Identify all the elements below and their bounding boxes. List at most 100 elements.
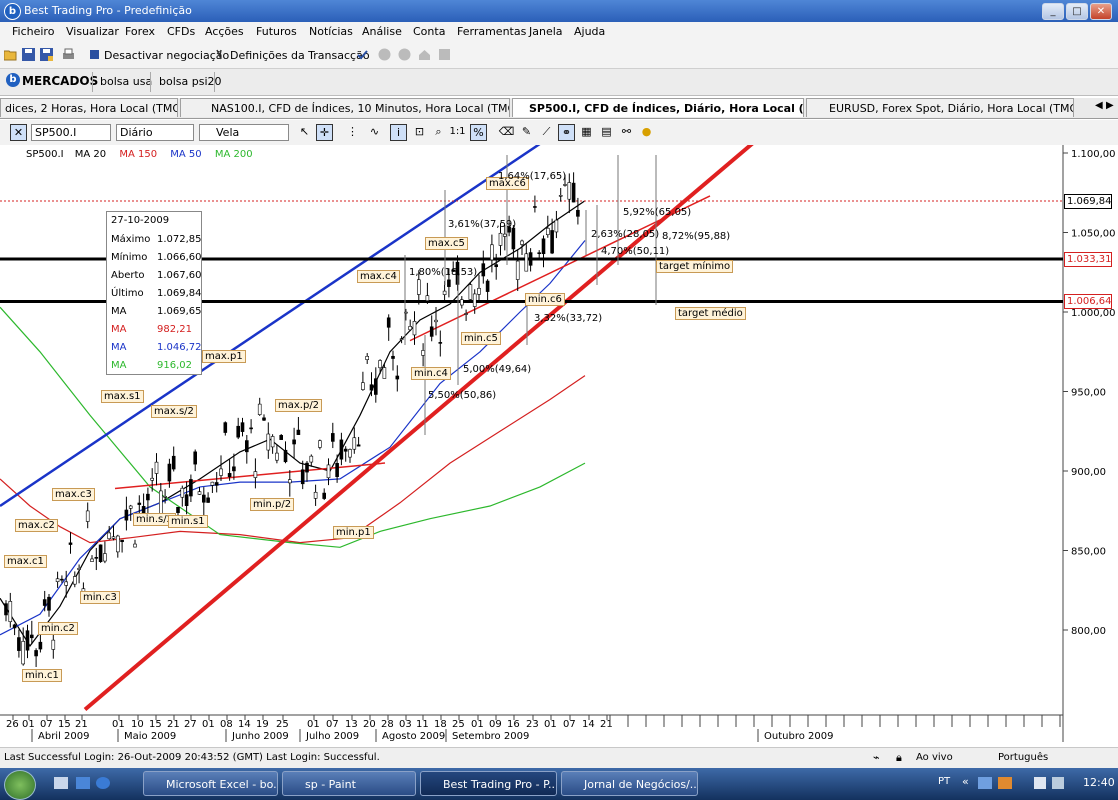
table-icon[interactable]: ▦ bbox=[578, 124, 595, 141]
tray-app-icon[interactable] bbox=[998, 777, 1012, 789]
menu-janela[interactable]: Janela bbox=[529, 25, 563, 38]
menu-forex[interactable]: Forex bbox=[125, 25, 155, 38]
tab-chart-eurusd[interactable]: EURUSD, Forex Spot, Diário, Hora Local (… bbox=[806, 98, 1074, 117]
annotation-label[interactable]: min.c4 bbox=[411, 367, 451, 380]
maximize-button[interactable]: □ bbox=[1066, 3, 1088, 20]
annotation-label[interactable]: max.p/2 bbox=[275, 399, 323, 412]
annotation-label[interactable]: min.c5 bbox=[461, 332, 501, 345]
annotation-label[interactable]: max.s/2 bbox=[151, 405, 197, 418]
sync-icon[interactable]: ⚯ bbox=[618, 124, 635, 141]
percent-icon[interactable]: % bbox=[470, 124, 487, 141]
zoom-ratio-button[interactable]: 1:1 bbox=[449, 124, 466, 141]
legend-ma150[interactable]: MA 150 bbox=[119, 149, 157, 160]
tab-chart-nas100[interactable]: NAS100.I, CFD de Índices, 10 Minutos, Ho… bbox=[180, 98, 510, 117]
quicklaunch-icon[interactable] bbox=[76, 777, 90, 789]
annotation-label[interactable]: min.c1 bbox=[22, 669, 62, 682]
tray-power-icon[interactable] bbox=[1052, 777, 1064, 789]
annotation-label[interactable]: target médio bbox=[675, 307, 746, 320]
candle-body bbox=[150, 477, 154, 481]
menu-ajuda[interactable]: Ajuda bbox=[574, 25, 605, 38]
annotation-label[interactable]: max.c1 bbox=[4, 555, 47, 568]
tray-volume-icon[interactable] bbox=[1034, 777, 1046, 789]
save-as-icon[interactable] bbox=[40, 48, 53, 61]
annotation-label[interactable]: target mínimo bbox=[656, 260, 734, 273]
zoom-area-icon[interactable]: ⊡ bbox=[411, 124, 428, 141]
tray-network-icon[interactable] bbox=[978, 777, 992, 789]
annotation-label[interactable]: max.p1 bbox=[202, 350, 246, 363]
indicators-icon[interactable]: ∿ bbox=[366, 124, 383, 141]
annotation-label[interactable]: max.c4 bbox=[357, 270, 400, 283]
tab-chart-1[interactable]: dices, 2 Horas, Hora Local (TMG+0) bbox=[0, 98, 178, 117]
zoom-icon[interactable]: ⌕ bbox=[430, 124, 447, 141]
save-icon[interactable] bbox=[22, 48, 35, 61]
browser-icon[interactable] bbox=[96, 777, 110, 789]
menu-ferramentas[interactable]: Ferramentas bbox=[457, 25, 526, 38]
minimize-button[interactable]: _ bbox=[1042, 3, 1064, 20]
line-tool-icon[interactable]: ⟋ bbox=[538, 124, 555, 141]
crosshair-tool-icon[interactable]: ✛ bbox=[316, 124, 333, 141]
annotation-label[interactable]: min.p/2 bbox=[250, 498, 295, 511]
alert-bell-icon[interactable]: ● bbox=[638, 124, 655, 141]
link-icon[interactable]: ⚭ bbox=[558, 124, 575, 141]
task-excel[interactable]: Microsoft Excel - bo... bbox=[143, 771, 278, 796]
eraser-icon[interactable]: ⌫ bbox=[498, 124, 515, 141]
menu-ficheiro[interactable]: Ficheiro bbox=[12, 25, 54, 38]
menu-visualizar[interactable]: Visualizar bbox=[66, 25, 119, 38]
close-button[interactable]: ✕ bbox=[1090, 3, 1112, 20]
legend-symbol[interactable]: SP500.I bbox=[26, 149, 64, 160]
menu-conta[interactable]: Conta bbox=[413, 25, 445, 38]
tray-arrow-icon[interactable]: « bbox=[962, 775, 969, 788]
menu-analise[interactable]: Análise bbox=[362, 25, 402, 38]
forward-icon[interactable] bbox=[398, 48, 411, 61]
annotation-label[interactable]: min.p1 bbox=[333, 526, 374, 539]
crosshair-mode-icon[interactable]: ✕ bbox=[10, 124, 27, 141]
show-desktop-icon[interactable] bbox=[54, 777, 68, 789]
symbol-field[interactable]: SP500.I bbox=[31, 124, 111, 141]
time-tick-label: 21 bbox=[167, 719, 180, 730]
tab-scroll-left-icon[interactable]: ◀ bbox=[1095, 100, 1103, 111]
chart-style-select[interactable]: Vela bbox=[199, 124, 289, 141]
task-best-trading[interactable]: Best Trading Pro - P... bbox=[420, 771, 557, 796]
legend-ma20[interactable]: MA 20 bbox=[75, 149, 106, 160]
tab-bolsa-psi20[interactable]: bolsa psi20 bbox=[159, 75, 222, 88]
annotation-label[interactable]: min.c3 bbox=[80, 591, 120, 604]
annotation-label[interactable]: min.c6 bbox=[525, 293, 565, 306]
tab-bolsa-usa[interactable]: bolsa usa bbox=[100, 75, 152, 88]
annotation-label[interactable]: max.c3 bbox=[52, 488, 95, 501]
task-jornal[interactable]: Jornal de Negócios/... bbox=[561, 771, 698, 796]
menu-cfds[interactable]: CFDs bbox=[167, 25, 195, 38]
period-select[interactable]: Diário bbox=[116, 124, 194, 141]
annotation-label[interactable]: max.c5 bbox=[425, 237, 468, 250]
markets-title[interactable]: MERCADOS bbox=[22, 74, 98, 88]
menu-accoes[interactable]: Acções bbox=[205, 25, 244, 38]
back-icon[interactable] bbox=[378, 48, 391, 61]
draw-icon[interactable]: ✎ bbox=[518, 124, 535, 141]
tab-scroll-right-icon[interactable]: ▶ bbox=[1106, 100, 1114, 111]
template-icon[interactable]: ▤ bbox=[598, 124, 615, 141]
annotation-label[interactable]: min.c2 bbox=[38, 622, 78, 635]
menu-noticias[interactable]: Notícias bbox=[309, 25, 353, 38]
task-paint[interactable]: sp - Paint bbox=[282, 771, 416, 796]
tab-chart-sp500[interactable]: SP500.I, CFD de Índices, Diário, Hora Lo… bbox=[512, 98, 804, 117]
annotation-label[interactable]: min.s1 bbox=[168, 515, 208, 528]
price-chart[interactable]: 1.100,00 1.050,00 1.000,00 950,00 900,00 850,… bbox=[0, 135, 1118, 742]
input-language[interactable]: PT bbox=[938, 776, 950, 787]
home-icon[interactable] bbox=[418, 48, 431, 61]
open-folder-icon[interactable] bbox=[4, 48, 17, 61]
deactivate-trading-icon[interactable] bbox=[88, 48, 101, 61]
annotation-label[interactable]: max.s1 bbox=[101, 390, 144, 403]
start-button[interactable] bbox=[4, 770, 36, 800]
legend-ma200[interactable]: MA 200 bbox=[215, 149, 253, 160]
transaction-settings-icon[interactable] bbox=[214, 48, 227, 61]
deactivate-trading-button[interactable]: Desactivar negociação bbox=[104, 49, 229, 62]
print-icon[interactable] bbox=[62, 48, 75, 61]
refresh-icon[interactable] bbox=[438, 48, 451, 61]
check-icon[interactable] bbox=[356, 48, 369, 61]
annotation-label[interactable]: max.c2 bbox=[15, 519, 58, 532]
pointer-tool-icon[interactable]: ↖ bbox=[296, 124, 313, 141]
legend-ma50[interactable]: MA 50 bbox=[170, 149, 201, 160]
menu-futuros[interactable]: Futuros bbox=[256, 25, 297, 38]
info-icon[interactable]: i bbox=[390, 124, 407, 141]
grid-icon[interactable]: ⋮ bbox=[344, 124, 361, 141]
transaction-settings-button[interactable]: Definições da Transacção bbox=[230, 49, 370, 62]
